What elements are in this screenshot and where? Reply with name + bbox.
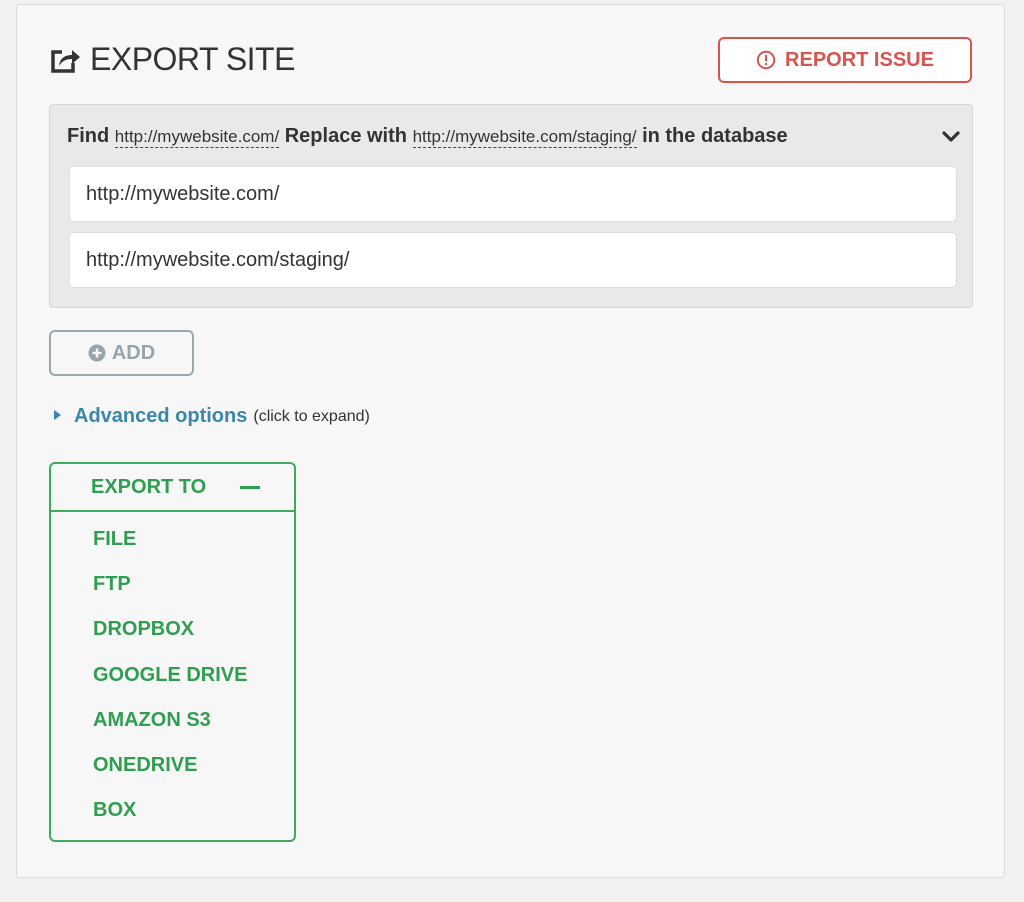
- export-to-title: EXPORT TO: [91, 475, 207, 498]
- share-export-icon: [49, 46, 81, 74]
- database-suffix: in the database: [642, 125, 788, 147]
- exclamation-circle-icon: [756, 50, 776, 70]
- export-option-file[interactable]: FILE: [51, 525, 294, 570]
- find-label: Find: [67, 125, 110, 147]
- report-issue-button[interactable]: REPORT ISSUE: [718, 37, 972, 83]
- plus-circle-icon: [88, 344, 106, 362]
- export-option-amazon-s3[interactable]: AMAZON S3: [51, 706, 294, 751]
- advanced-options: Advanced options (click to expand): [54, 405, 370, 428]
- find-replace-summary[interactable]: Find http://mywebsite.com/ Replace with …: [67, 125, 788, 148]
- find-url: http://mywebsite.com/: [114, 127, 280, 148]
- export-to-menu: EXPORT TO FILE FTP DROPBOX GOOGLE DRIVE …: [49, 462, 296, 842]
- find-input[interactable]: [69, 166, 957, 222]
- export-to-toggle[interactable]: EXPORT TO: [51, 464, 294, 512]
- export-option-dropbox[interactable]: DROPBOX: [51, 615, 294, 660]
- add-button[interactable]: ADD: [49, 330, 194, 376]
- add-button-label: ADD: [111, 341, 156, 364]
- chevron-down-icon[interactable]: [942, 130, 960, 148]
- export-option-google-drive[interactable]: GOOGLE DRIVE: [51, 661, 294, 706]
- replace-url: http://mywebsite.com/staging/: [412, 127, 637, 148]
- find-replace-box: Find http://mywebsite.com/ Replace with …: [49, 104, 973, 308]
- caret-right-icon[interactable]: [54, 409, 61, 420]
- export-option-box[interactable]: BOX: [51, 796, 294, 841]
- advanced-options-link[interactable]: Advanced options: [74, 405, 247, 428]
- advanced-options-hint: (click to expand): [253, 407, 370, 425]
- export-destination-list: FILE FTP DROPBOX GOOGLE DRIVE AMAZON S3 …: [51, 512, 294, 841]
- page-title: EXPORT SITE: [90, 41, 295, 77]
- export-option-onedrive[interactable]: ONEDRIVE: [51, 751, 294, 796]
- minus-icon: [240, 485, 261, 489]
- replace-input[interactable]: [69, 232, 957, 288]
- page-header: EXPORT SITE: [49, 41, 295, 78]
- replace-label: Replace with: [284, 125, 407, 147]
- report-issue-label: REPORT ISSUE: [785, 48, 934, 71]
- export-option-ftp[interactable]: FTP: [51, 570, 294, 615]
- export-site-panel: EXPORT SITE REPORT ISSUE Find http://myw…: [16, 4, 1005, 878]
